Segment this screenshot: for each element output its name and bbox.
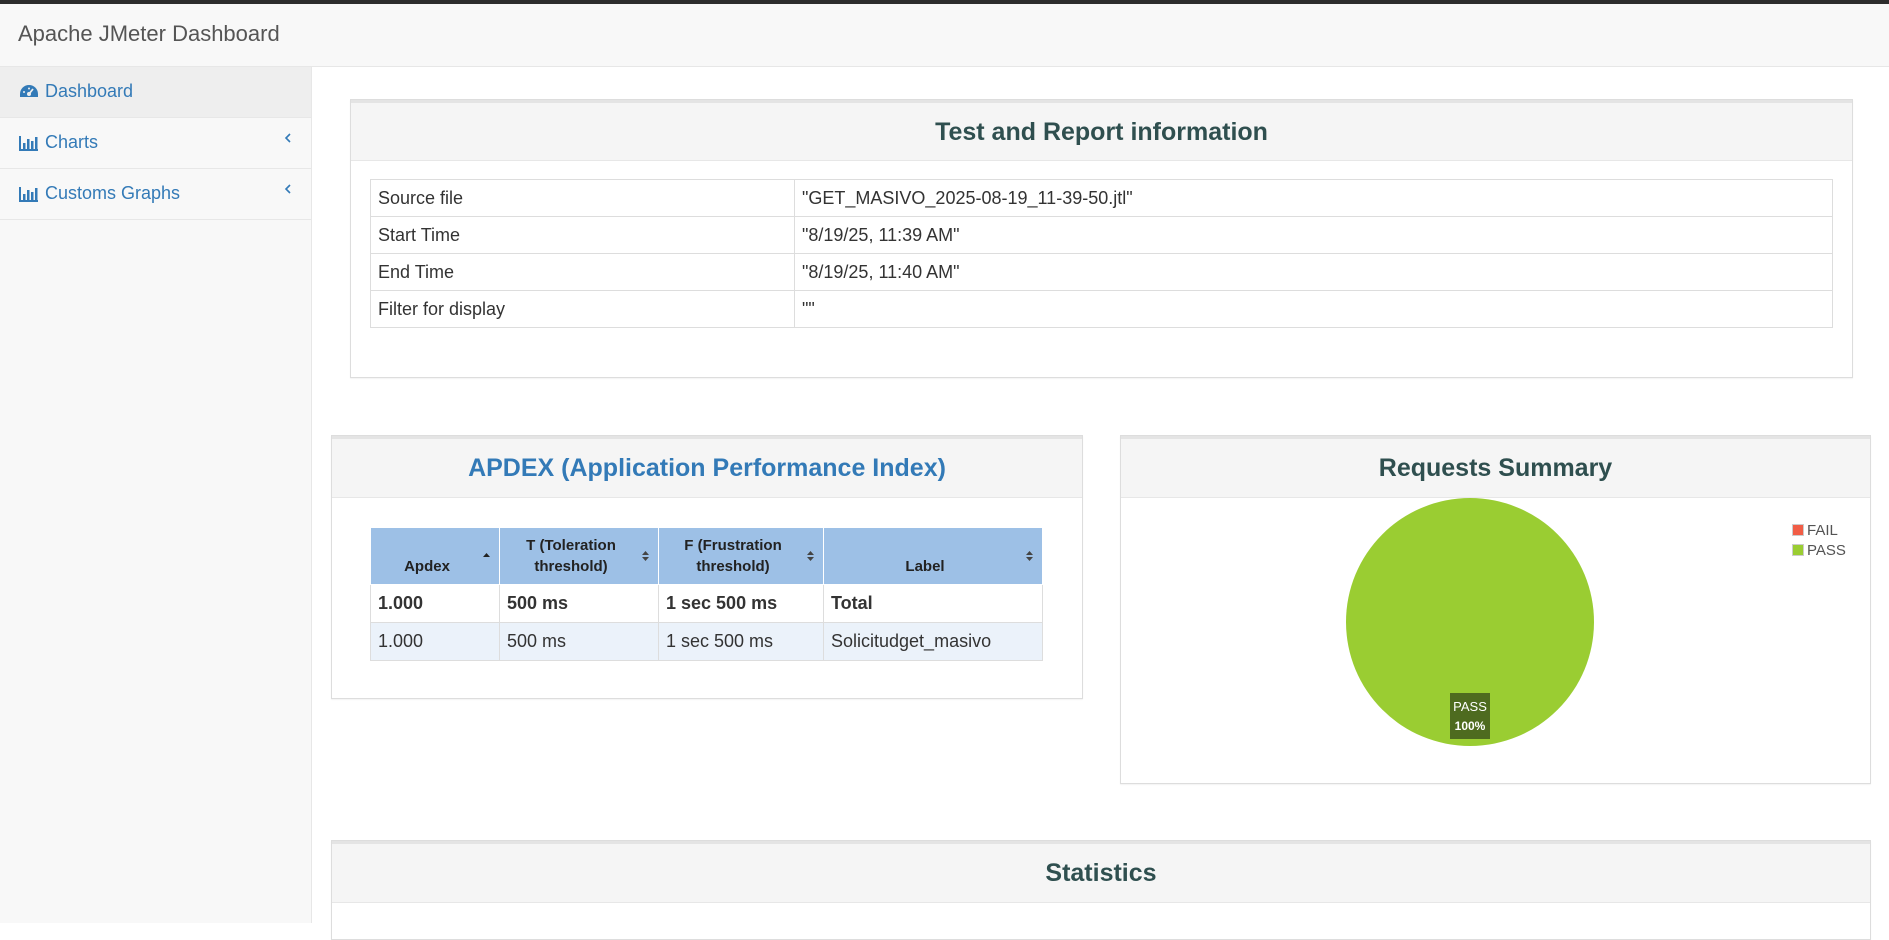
legend-label: PASS: [1807, 542, 1846, 559]
legend-item-pass[interactable]: PASS: [1792, 542, 1846, 559]
info-value: "": [794, 290, 1833, 328]
table-row: End Time "8/19/25, 11:40 AM": [370, 253, 1833, 291]
requests-summary-panel: Requests Summary PASS 100% FAIL PASS: [1120, 435, 1871, 784]
sidebar: Dashboard Charts Customs Graphs: [0, 67, 312, 923]
table-row: 1.000 500 ms 1 sec 500 ms Solicitudget_m…: [370, 622, 1043, 661]
sidebar-item-label: Charts: [45, 132, 99, 152]
column-header-apdex[interactable]: Apdex: [370, 527, 500, 585]
info-value: "GET_MASIVO_2025-08-19_11-39-50.jtl": [794, 179, 1833, 217]
info-value: "8/19/25, 11:40 AM": [794, 253, 1833, 291]
dashboard-icon: [20, 85, 38, 97]
sort-icon: [807, 551, 814, 561]
table-cell: 500 ms: [499, 622, 659, 661]
table-cell: Solicitudget_masivo: [823, 622, 1043, 661]
requests-pie-chart: PASS 100%: [1346, 498, 1594, 746]
app-title[interactable]: Apache JMeter Dashboard: [18, 21, 280, 47]
sidebar-item-label: Customs Graphs: [45, 183, 181, 203]
test-info-title: Test and Report information: [351, 100, 1852, 161]
header-label: Apdex: [404, 558, 450, 575]
header-label: F (Frustration: [684, 537, 782, 554]
bar-chart-icon: [19, 187, 38, 202]
pie-slice-label: PASS: [1453, 699, 1487, 714]
info-value: "8/19/25, 11:39 AM": [794, 216, 1833, 254]
info-key: Start Time: [370, 216, 795, 254]
table-row: Filter for display "": [370, 290, 1833, 328]
table-cell: 1 sec 500 ms: [658, 584, 824, 623]
header-label: threshold): [696, 558, 770, 575]
requests-summary-title: Requests Summary: [1121, 436, 1870, 498]
table-cell: 1.000: [370, 622, 500, 661]
apdex-title[interactable]: APDEX (Application Performance Index): [332, 436, 1082, 498]
info-key: End Time: [370, 253, 795, 291]
table-cell: 1.000: [370, 584, 500, 623]
info-key: Source file: [370, 179, 795, 217]
info-key: Filter for display: [370, 290, 795, 328]
chevron-left-icon[interactable]: [283, 181, 293, 197]
bar-chart-icon: [19, 136, 38, 151]
table-row: Start Time "8/19/25, 11:39 AM": [370, 216, 1833, 254]
sidebar-item-customs-graphs[interactable]: Customs Graphs: [0, 169, 311, 220]
sidebar-item-charts[interactable]: Charts: [0, 118, 311, 169]
sidebar-item-label: Dashboard: [45, 81, 134, 101]
sort-asc-icon: [483, 553, 490, 557]
legend-label: FAIL: [1807, 522, 1838, 539]
legend-swatch-pass: [1792, 544, 1804, 556]
chevron-left-icon[interactable]: [283, 130, 293, 146]
table-row-total: 1.000 500 ms 1 sec 500 ms Total: [370, 584, 1043, 623]
apdex-table: Apdex T (Toleration threshold) F (Frustr…: [370, 527, 1043, 661]
legend-item-fail[interactable]: FAIL: [1792, 522, 1838, 539]
statistics-title: Statistics: [332, 841, 1870, 903]
table-cell: Total: [823, 584, 1043, 623]
top-navbar: Apache JMeter Dashboard: [0, 4, 1889, 67]
table-row: Source file "GET_MASIVO_2025-08-19_11-39…: [370, 179, 1833, 217]
legend-swatch-fail: [1792, 524, 1804, 536]
pie-slice-value-label: 100%: [1455, 719, 1486, 733]
column-header-f[interactable]: F (Frustration threshold): [658, 527, 824, 585]
table-header-row: Apdex T (Toleration threshold) F (Frustr…: [370, 527, 1043, 585]
sidebar-item-dashboard[interactable]: Dashboard: [0, 67, 311, 118]
test-info-panel: Test and Report information Source file …: [350, 99, 1853, 378]
header-label: Label: [905, 558, 945, 575]
sort-icon: [1026, 551, 1033, 561]
table-cell: 1 sec 500 ms: [658, 622, 824, 661]
apdex-panel: APDEX (Application Performance Index) Ap…: [331, 435, 1083, 699]
sort-icon: [642, 551, 649, 561]
header-label: threshold): [534, 558, 608, 575]
test-info-table: Source file "GET_MASIVO_2025-08-19_11-39…: [370, 179, 1833, 328]
header-label: T (Toleration: [526, 537, 616, 554]
table-cell: 500 ms: [499, 584, 659, 623]
statistics-panel: Statistics: [331, 840, 1871, 940]
column-header-label[interactable]: Label: [823, 527, 1043, 585]
column-header-t[interactable]: T (Toleration threshold): [499, 527, 659, 585]
